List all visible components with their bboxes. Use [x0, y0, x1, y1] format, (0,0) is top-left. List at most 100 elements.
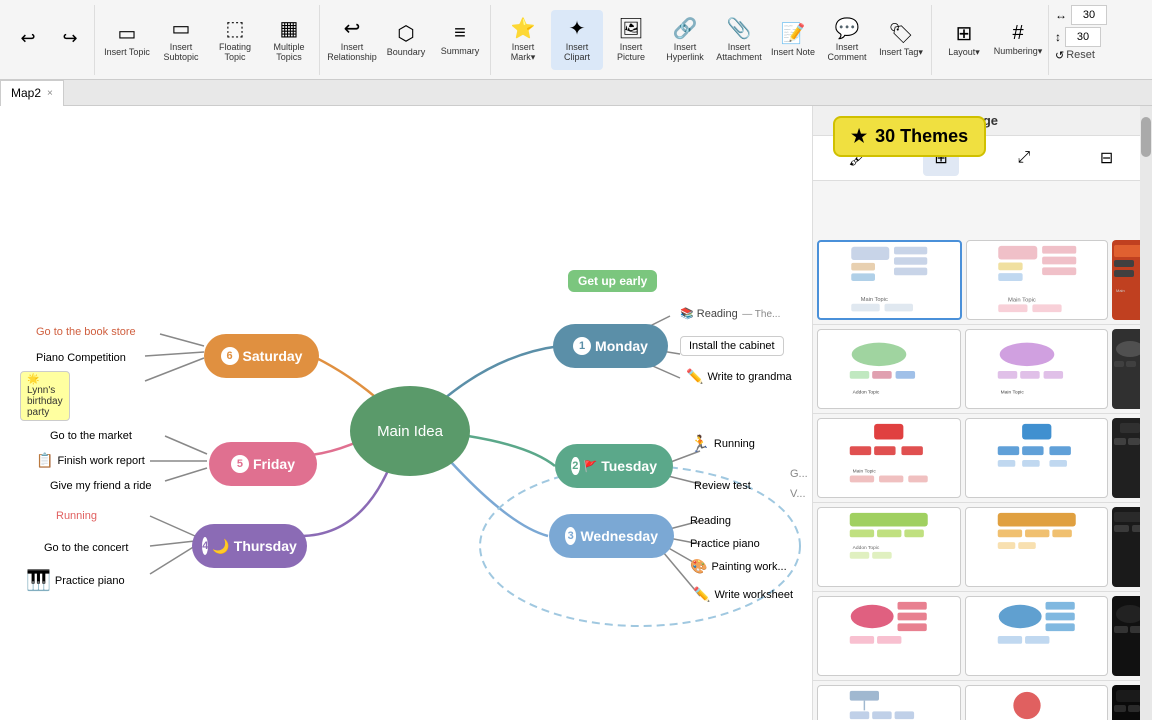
insert-subtopic-btn[interactable]: ▭ Insert Subtopic	[155, 10, 207, 70]
sat-bookstore[interactable]: Go to the book store	[36, 322, 136, 340]
tuesday-running[interactable]: 🏃 Running	[690, 434, 755, 454]
theme-8[interactable]	[965, 418, 1109, 498]
topic-group: ▭ Insert Topic ▭ Insert Subtopic ⬚ Float…	[97, 5, 320, 75]
insert-attachment-btn[interactable]: 📎 Insert Attachment	[713, 10, 765, 70]
reset-label[interactable]: Reset	[1066, 49, 1095, 61]
insert-topic-btn[interactable]: ▭ Insert Topic	[101, 10, 153, 70]
floating-topic-btn[interactable]: ⬚ Floating Topic	[209, 10, 261, 70]
monday-reading[interactable]: 📚 Reading — The...	[680, 304, 780, 322]
theme-row-2: Addon Topic Main Topic	[813, 325, 1152, 414]
multiple-topics-btn[interactable]: ▦ Multiple Topics	[263, 10, 315, 70]
theme-13[interactable]	[817, 596, 961, 676]
themes-button[interactable]: ★ 30 Themes	[833, 116, 986, 157]
monday-install[interactable]: Install the cabinet	[680, 336, 784, 356]
fullscreen-btn[interactable]: ⤢	[1006, 140, 1042, 176]
theme-row-4: Addon Topic	[813, 503, 1152, 592]
fri-friend[interactable]: Give my friend a ride	[50, 476, 151, 494]
thu-piano[interactable]: 🎹 Practice piano	[26, 568, 125, 593]
tab-title: Map2	[11, 86, 41, 100]
monday-badge: 1	[573, 337, 591, 355]
fri-work[interactable]: 📋 Finish work report	[36, 452, 145, 469]
thu-running[interactable]: Running	[56, 506, 97, 524]
insert-mark-btn[interactable]: ⭐ Insert Mark▾	[497, 10, 549, 70]
layout-label: Layout▾	[948, 48, 980, 58]
theme-1[interactable]: Main Topic	[817, 240, 962, 320]
insert-clipart-btn[interactable]: ✦ Insert Clipart	[551, 10, 603, 70]
layout-group: ⊞ Layout▾ # Numbering▾	[934, 5, 1049, 75]
thu-concert[interactable]: Go to the concert	[44, 538, 128, 556]
wednesday-label: Wednesday	[580, 528, 658, 544]
svg-text:Main Topic: Main Topic	[853, 469, 877, 475]
wednesday-node[interactable]: 3 Wednesday	[549, 514, 674, 558]
undo-btn[interactable]: ↩	[8, 10, 48, 70]
undo-icon: ↩	[20, 28, 35, 49]
saturday-label: Saturday	[243, 348, 303, 364]
hyperlink-label: Insert Hyperlink	[661, 43, 709, 63]
tab-close[interactable]: ×	[47, 88, 53, 99]
thursday-node[interactable]: 4 🌙 Thursday	[192, 524, 307, 568]
comment-label: Insert Comment	[823, 43, 871, 63]
scroll-track[interactable]	[1140, 106, 1152, 720]
get-up-early-callout[interactable]: Get up early	[568, 270, 657, 292]
wed-worksheet[interactable]: ✏️ Write worksheet	[693, 586, 793, 603]
insert-topic-label: Insert Topic	[104, 48, 150, 58]
tuesday-node[interactable]: 2 🚩 Tuesday	[555, 444, 673, 488]
theme-5[interactable]: Main Topic	[965, 329, 1109, 409]
theme-2[interactable]: Main Topic	[966, 240, 1109, 320]
wed-painting[interactable]: 🎨 Painting work...	[690, 558, 787, 575]
wed-reading[interactable]: Reading	[690, 511, 731, 529]
theme-4[interactable]: Addon Topic	[817, 329, 961, 409]
boundary-btn[interactable]: ⬡ Boundary	[380, 10, 432, 70]
tuesday-g[interactable]: G...	[790, 464, 808, 482]
layout-btn[interactable]: ⊞ Layout▾	[938, 10, 990, 70]
note-label: Insert Note	[771, 48, 815, 58]
numbering-btn[interactable]: # Numbering▾	[992, 10, 1044, 70]
number-controls-group: ↔ ↕ ↺ Reset	[1051, 5, 1111, 75]
picture-label: Insert Picture	[607, 43, 655, 63]
insert-comment-btn[interactable]: 💬 Insert Comment	[821, 10, 873, 70]
more-btn[interactable]: ⊟	[1089, 140, 1125, 176]
svg-text:Main Topic: Main Topic	[1008, 297, 1036, 303]
floating-topic-label: Floating Topic	[211, 43, 259, 63]
redo-btn[interactable]: ↪	[50, 10, 90, 70]
insert-note-btn[interactable]: 📝 Insert Note	[767, 10, 819, 70]
insert-hyperlink-btn[interactable]: 🔗 Insert Hyperlink	[659, 10, 711, 70]
insert-topic-icon: ▭	[118, 21, 137, 46]
canvas[interactable]: Main Idea Get up early 1 Monday 📚 Readin…	[0, 106, 812, 720]
theme-14[interactable]	[965, 596, 1109, 676]
theme-16[interactable]: Main Topic	[817, 685, 961, 720]
tuesday-review[interactable]: Review test	[694, 476, 751, 494]
insert-tag-btn[interactable]: 🏷 Insert Tag▾	[875, 10, 927, 70]
birthday-note[interactable]: 🌟 Lynn's birthday party	[20, 371, 70, 421]
sat-piano[interactable]: Piano Competition	[36, 348, 126, 366]
num1-icon: ↔	[1055, 8, 1067, 22]
friday-label: Friday	[253, 456, 295, 472]
scroll-thumb[interactable]	[1141, 117, 1151, 157]
insert-tools-group: ⭐ Insert Mark▾ ✦ Insert Clipart 🖼 Insert…	[493, 5, 932, 75]
theme-11[interactable]	[965, 507, 1109, 587]
friday-badge: 5	[231, 455, 249, 473]
theme-7[interactable]: Main Topic	[817, 418, 961, 498]
mark-label: Insert Mark▾	[499, 43, 547, 63]
insert-picture-btn[interactable]: 🖼 Insert Picture	[605, 10, 657, 70]
monday-node[interactable]: 1 Monday	[553, 324, 668, 368]
tab-map2[interactable]: Map2 ×	[0, 80, 64, 106]
height-input[interactable]	[1065, 27, 1101, 47]
theme-10[interactable]: Addon Topic	[817, 507, 961, 587]
clipart-icon: ✦	[569, 16, 586, 41]
star-icon: ★	[851, 126, 867, 147]
wed-piano[interactable]: Practice piano	[690, 534, 760, 552]
fri-market[interactable]: Go to the market	[50, 426, 132, 444]
theme-17[interactable]	[965, 685, 1109, 720]
width-input[interactable]	[1071, 5, 1107, 25]
friday-node[interactable]: 5 Friday	[209, 442, 317, 486]
insert-relationship-btn[interactable]: ↩ Insert Relationship	[326, 10, 378, 70]
summary-btn[interactable]: ≡ Summary	[434, 10, 486, 70]
numbering-label: Numbering▾	[994, 47, 1043, 57]
monday-write[interactable]: ✏️ Write to grandma	[686, 368, 792, 385]
main-idea-node[interactable]: Main Idea	[350, 386, 470, 476]
saturday-node[interactable]: 6 Saturday	[204, 334, 319, 378]
tuesday-v[interactable]: V...	[790, 484, 806, 502]
relationship-group: ↩ Insert Relationship ⬡ Boundary ≡ Summa…	[322, 5, 491, 75]
thursday-badge: 4	[202, 537, 208, 555]
